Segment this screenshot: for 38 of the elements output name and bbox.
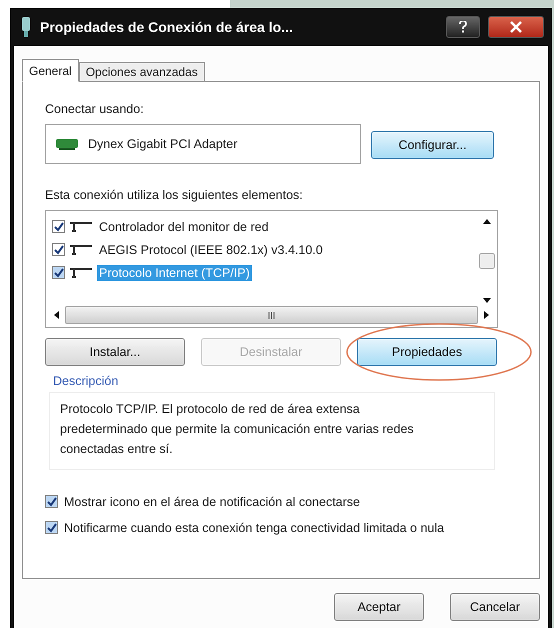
scrollbar-thumb[interactable] (479, 253, 495, 269)
question-mark-icon (459, 21, 467, 33)
network-component-icon (69, 220, 93, 232)
help-button[interactable] (446, 16, 480, 38)
dialog-button[interactable]: Aceptar (334, 593, 424, 621)
scroll-down-icon[interactable] (483, 298, 491, 303)
list-item[interactable]: AEGIS Protocol (IEEE 802.1x) v3.4.10.0 (97, 242, 325, 258)
tab[interactable]: Opciones avanzadas (78, 62, 205, 82)
window-title: Propiedades de Conexión de área lo... (40, 19, 294, 35)
action-button[interactable]: Propiedades (357, 338, 497, 366)
close-button[interactable] (488, 16, 544, 38)
tab[interactable]: General (22, 59, 79, 82)
network-component-icon (69, 244, 93, 256)
scroll-right-icon[interactable] (484, 311, 489, 319)
network-card-icon (56, 138, 78, 150)
dialog-button[interactable]: Cancelar (450, 593, 540, 621)
close-icon (510, 21, 522, 33)
list-item[interactable]: Controlador del monitor de red (97, 218, 271, 234)
checkbox[interactable] (52, 266, 65, 279)
checkbox[interactable] (52, 220, 65, 233)
network-component-icon (69, 266, 93, 278)
checkbox[interactable] (52, 243, 65, 256)
checkbox[interactable] (45, 495, 58, 508)
configure-button[interactable]: Configurar... (371, 131, 494, 159)
grip-icon (268, 312, 275, 318)
scrollbar-thumb[interactable] (65, 306, 478, 324)
option-label: Notificarme cuando esta conexión tenga conectividad limitada o nula (64, 520, 446, 537)
adapter-name: Dynex Gigabit PCI Adapter (88, 137, 238, 151)
action-button[interactable]: Instalar... (45, 338, 185, 366)
description-text: Protocolo TCP/IP. El protocolo de red de área extensa predeterminado que permite la comunicación entre varias redes conectadas entre sí. (49, 392, 495, 470)
scroll-up-icon[interactable] (483, 219, 491, 224)
connect-using-label: Conectar usando: (45, 102, 145, 116)
network-cable-icon (20, 16, 32, 38)
checkbox[interactable] (45, 521, 58, 534)
option-label: Mostrar icono en el área de notificación al conectarse (64, 494, 361, 511)
scroll-left-icon[interactable] (54, 311, 59, 319)
components-label: Esta conexión utiliza los siguientes elementos: (45, 188, 304, 202)
description-title: Descripción (53, 374, 120, 388)
